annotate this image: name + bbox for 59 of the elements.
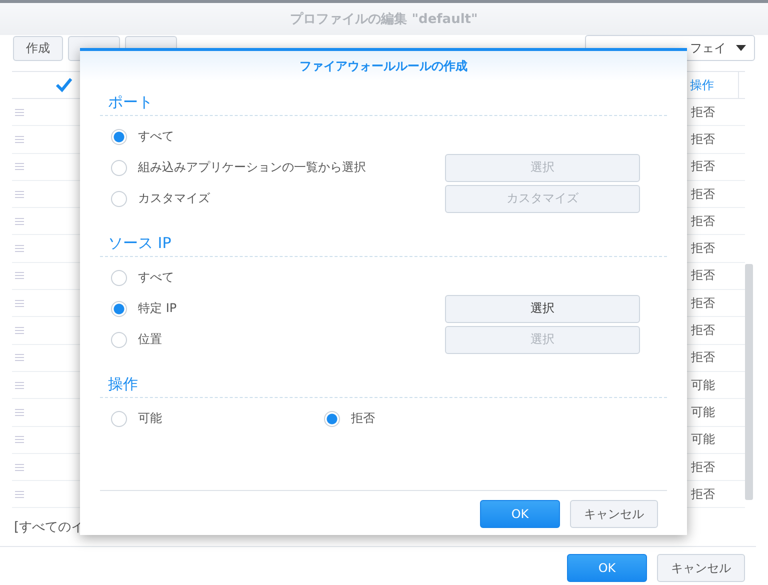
option-label[interactable]: 組み込みアプリケーションの一覧から選択 [138,159,366,176]
option-label[interactable]: 拒否 [351,410,375,427]
section-heading: ポート [108,93,153,111]
radio-button[interactable] [111,270,127,286]
window-title: プロファイルの編集 "default" [290,10,478,28]
radio-button[interactable] [324,410,340,426]
drag-handle-icon[interactable] [15,272,24,280]
dialog-title: ファイアウォールルールの作成 [300,58,468,74]
drag-handle-icon[interactable] [15,382,24,389]
drag-handle-icon[interactable] [15,300,24,307]
cancel-button[interactable]: キャンセル [570,500,658,528]
radio-button[interactable] [111,410,127,426]
option-label[interactable]: すべて [138,128,174,145]
table-cell-text: 拒否 [691,186,716,203]
drag-handle-icon[interactable] [15,190,24,198]
radio-button[interactable] [111,190,127,206]
table-cell-text: 拒否 [691,458,716,476]
drag-handle-icon[interactable] [15,490,24,498]
option-label[interactable]: カスタマイズ [138,190,210,207]
option-label[interactable]: すべて [138,269,174,286]
drag-handle-icon[interactable] [15,218,24,225]
drag-handle-icon[interactable] [15,108,24,116]
select-button[interactable]: 選択 [445,294,640,322]
caret-icon [736,45,746,51]
drag-handle-icon[interactable] [15,327,24,334]
table-cell-text: 拒否 [691,349,716,366]
drag-handle-icon[interactable] [15,436,24,444]
column-header[interactable]: 操作 [690,76,738,94]
drag-handle-icon[interactable] [15,245,24,252]
drag-handle-icon[interactable] [15,163,24,170]
table-cell-text: 拒否 [691,212,716,230]
table-cell-text: 拒否 [691,158,716,176]
table-cell-text: 拒否 [691,267,716,284]
table-cell-text: 可能 [691,431,716,448]
radio-button[interactable] [111,332,127,348]
radio-button[interactable] [111,160,127,176]
table-cell-text: 拒否 [691,130,716,148]
option-label[interactable]: 特定 IP [138,300,177,317]
toolbar-button[interactable]: 作成 [13,36,63,60]
drag-handle-icon[interactable] [15,136,24,143]
table-cell-text: 拒否 [691,104,716,121]
radio-button[interactable] [111,128,127,144]
table-cell-text: 拒否 [691,294,716,312]
drag-handle-icon[interactable] [15,464,24,470]
select-all-checkbox[interactable] [55,77,73,93]
cancel-button[interactable]: キャンセル [657,554,745,582]
option-label[interactable]: 可能 [138,410,162,427]
option-label[interactable]: 位置 [138,331,162,348]
table-cell-text: 拒否 [691,486,716,503]
section-heading: ソース IP [108,234,172,252]
table-cell-text: 拒否 [691,322,716,340]
drag-handle-icon[interactable] [15,354,24,362]
section-heading: 操作 [108,375,138,393]
drag-handle-icon[interactable] [15,408,24,416]
radio-button[interactable] [111,300,127,316]
table-cell-text: 可能 [691,376,716,394]
table-cell-text: 可能 [691,404,716,421]
scrollbar-thumb[interactable] [745,264,753,500]
table-cell-text: 拒否 [691,240,716,258]
